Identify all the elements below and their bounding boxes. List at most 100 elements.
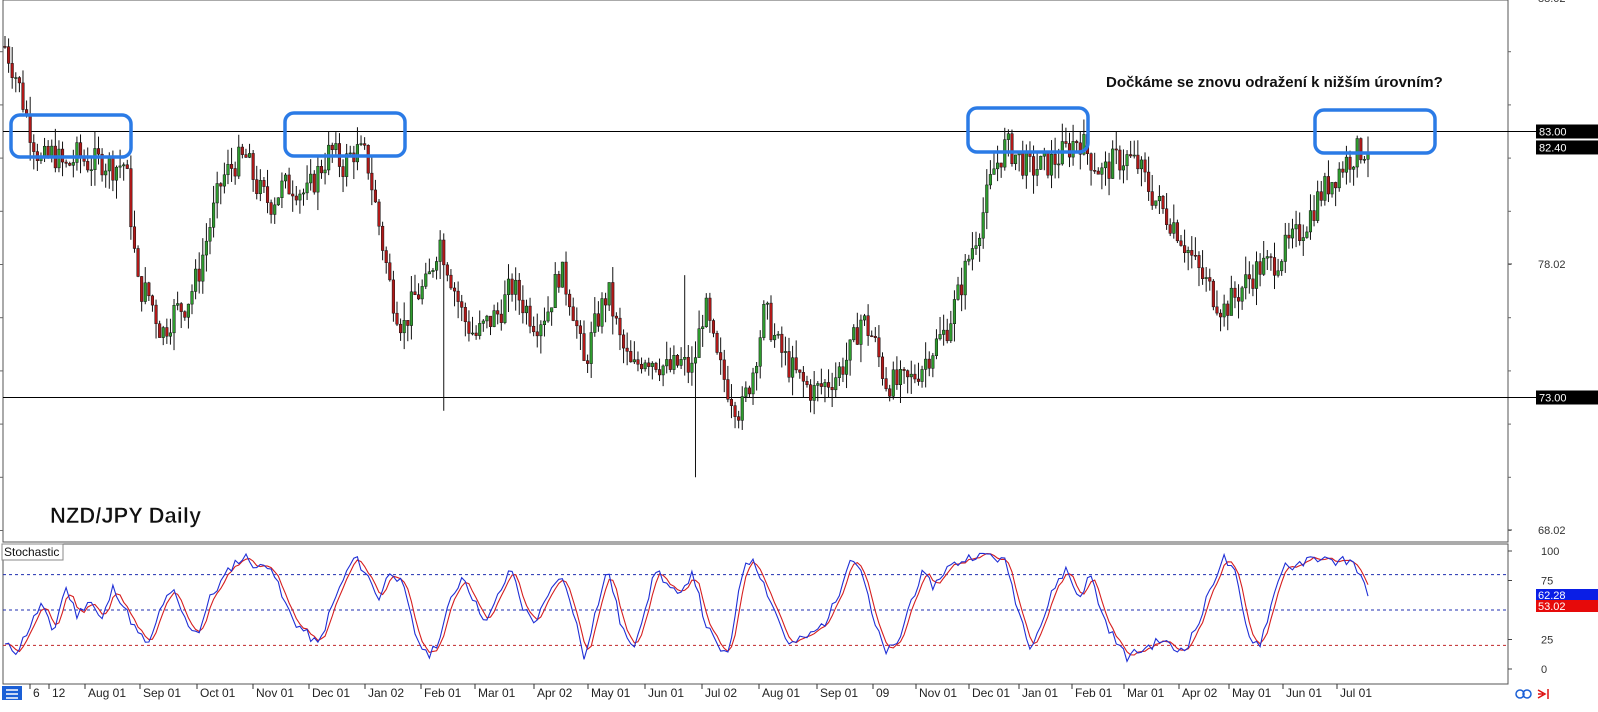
candle	[1121, 149, 1126, 184]
x-tick-label: Oct 01	[200, 686, 236, 700]
chart-canvas: 88.0278.0268.0283.0073.0082.401007525062…	[0, 0, 1598, 700]
candle	[60, 141, 65, 177]
candle	[269, 199, 273, 224]
candle	[539, 320, 543, 354]
candle	[158, 320, 162, 338]
candle	[438, 230, 442, 280]
candle	[14, 72, 18, 93]
candle	[456, 281, 460, 319]
candle	[255, 165, 259, 200]
x-tick-label: Apr 02	[1182, 686, 1218, 700]
candle	[906, 369, 910, 394]
candle	[363, 137, 367, 150]
candle	[618, 307, 622, 351]
candle	[118, 149, 122, 179]
candle	[740, 386, 744, 430]
candle	[553, 262, 557, 308]
candle	[334, 132, 338, 156]
candle	[841, 357, 845, 383]
candle	[794, 340, 798, 374]
candle	[521, 285, 525, 324]
candle	[607, 282, 611, 311]
candle	[575, 307, 579, 339]
toolbar-icon[interactable]	[2, 686, 22, 700]
candle	[848, 339, 852, 376]
x-tick-label: May 01	[1232, 686, 1272, 700]
candle	[1103, 151, 1108, 186]
candle	[816, 381, 820, 402]
candle	[17, 76, 21, 93]
stochastic-panel	[3, 552, 1508, 663]
candle	[711, 318, 716, 338]
stochastic-line-d	[4, 553, 1369, 656]
candle	[140, 276, 144, 312]
candle	[708, 292, 712, 333]
candle	[301, 188, 306, 206]
highlight-zone-2	[283, 111, 407, 158]
candle	[68, 161, 72, 167]
candle	[686, 345, 690, 384]
candle	[880, 352, 885, 386]
candle	[733, 401, 737, 429]
scroll-end-icon[interactable]	[1537, 689, 1549, 699]
candle	[291, 180, 295, 212]
candle	[1172, 204, 1176, 239]
candle	[510, 273, 514, 302]
candle	[1060, 123, 1064, 166]
candle	[514, 267, 518, 311]
candle	[215, 171, 219, 219]
candle	[1334, 181, 1338, 207]
candle	[830, 372, 834, 408]
candle	[661, 364, 665, 387]
candle	[870, 330, 874, 338]
candle	[902, 367, 906, 384]
candle	[165, 318, 169, 344]
candle	[1348, 150, 1352, 183]
candle	[316, 155, 320, 211]
candle	[488, 315, 493, 336]
candle	[1039, 155, 1043, 170]
candle	[978, 233, 982, 262]
candle	[1272, 242, 1277, 290]
link-icon[interactable]	[1515, 689, 1532, 699]
candle	[729, 384, 734, 419]
candle	[859, 314, 863, 363]
candle	[891, 361, 895, 400]
candle	[1290, 218, 1295, 249]
candle	[1204, 267, 1208, 292]
candle	[1096, 167, 1100, 175]
candle	[370, 154, 374, 206]
candle	[474, 325, 478, 340]
candle	[844, 342, 849, 389]
candle	[683, 275, 687, 376]
candle	[499, 299, 503, 331]
candle	[920, 365, 924, 388]
candle	[3, 35, 7, 49]
candle	[355, 127, 359, 171]
candle	[780, 326, 784, 368]
candle	[424, 262, 428, 290]
candle	[283, 173, 288, 189]
candle	[582, 320, 586, 361]
candle	[852, 324, 856, 343]
candle	[952, 290, 956, 342]
candle	[643, 359, 647, 372]
candle	[1211, 279, 1215, 311]
candle	[834, 362, 838, 398]
candle	[1046, 152, 1050, 179]
candle	[258, 169, 262, 202]
candle	[445, 262, 449, 282]
candle	[150, 294, 154, 312]
x-tick-label: Dec 01	[312, 686, 350, 700]
candle	[532, 316, 536, 337]
candle	[639, 357, 644, 374]
candle	[884, 367, 888, 392]
candle	[862, 313, 867, 326]
candle	[21, 70, 25, 113]
candle	[931, 352, 935, 378]
candle	[381, 221, 385, 261]
candle	[348, 145, 352, 156]
candle	[1269, 253, 1273, 271]
candle	[190, 284, 194, 315]
candle	[1240, 285, 1244, 310]
